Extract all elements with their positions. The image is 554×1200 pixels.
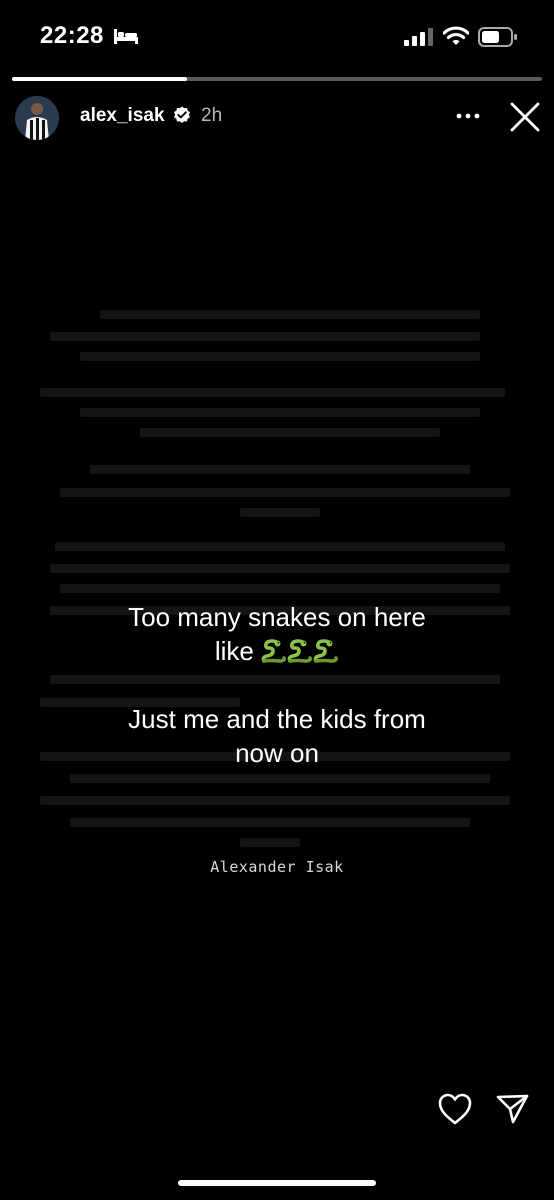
heart-icon[interactable] xyxy=(437,1092,473,1126)
caption-line-3: Just me and the kids from xyxy=(128,704,426,734)
signature-text: Alexander Isak xyxy=(210,858,344,876)
avatar[interactable] xyxy=(15,96,59,140)
battery-icon xyxy=(478,27,517,47)
caption-line-2-text: like xyxy=(214,636,262,666)
snake-emoji-icon xyxy=(261,639,287,663)
snake-emoji-icon xyxy=(287,639,313,663)
more-options-icon[interactable] xyxy=(456,112,480,120)
snake-emoji-group xyxy=(261,634,339,668)
caption-line-1: Too many snakes on here xyxy=(128,602,426,632)
status-bar: 22:28 xyxy=(0,0,554,70)
snake-emoji-icon xyxy=(313,639,339,663)
faded-background-text xyxy=(40,290,520,890)
wifi-icon xyxy=(443,26,469,45)
story-progress-bar xyxy=(12,77,542,81)
signal-icon xyxy=(404,28,433,46)
story-caption-bottom: Just me and the kids from now on xyxy=(0,702,554,770)
caption-line-4: now on xyxy=(235,738,319,768)
username[interactable]: alex_isak xyxy=(80,105,165,127)
story-time-ago: 2h xyxy=(201,105,223,126)
caption-line-2: like xyxy=(0,634,554,668)
avatar-image xyxy=(15,96,59,140)
home-indicator[interactable] xyxy=(178,1180,376,1186)
story-caption-top: Too many snakes on here like xyxy=(0,600,554,668)
bed-icon xyxy=(114,29,138,44)
story-header: alex_isak 2h xyxy=(0,90,554,142)
status-time: 22:28 xyxy=(40,22,104,49)
close-icon[interactable] xyxy=(508,100,542,134)
send-icon[interactable] xyxy=(496,1093,530,1125)
story-progress-fill xyxy=(12,77,187,81)
verified-badge-icon xyxy=(174,106,190,123)
